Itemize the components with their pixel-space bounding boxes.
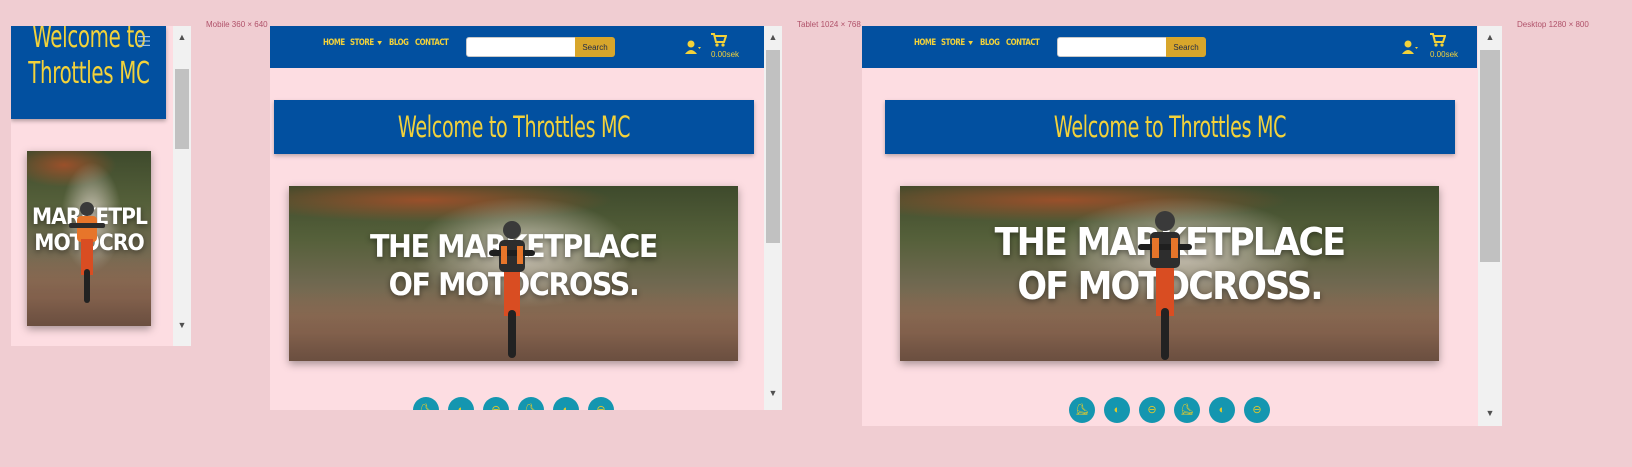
tablet-scrollbar[interactable]: ▲ ▼: [764, 26, 782, 410]
scroll-thumb[interactable]: [766, 50, 780, 243]
chevron-down-icon: [377, 40, 383, 45]
category-3-button[interactable]: ⊖: [483, 397, 509, 410]
nav-contact-link[interactable]: CONTACT: [1006, 38, 1040, 48]
search-input[interactable]: [466, 37, 576, 57]
scroll-down-arrow-icon[interactable]: ▼: [1478, 406, 1502, 420]
helmet-icon: ◐: [1218, 403, 1226, 416]
boot-icon: ⛸: [1180, 403, 1194, 416]
scroll-thumb[interactable]: [1480, 50, 1500, 262]
welcome-line-1: Welcome to: [31, 26, 146, 55]
welcome-banner: Welcome to Throttles MC: [274, 100, 754, 154]
nav-blog-link[interactable]: BLOG: [980, 38, 1000, 48]
mobile-preview: Welcome to Throttles MC MARKETPL MOTOCRO…: [11, 26, 191, 346]
nav-home-link[interactable]: HOME: [323, 38, 345, 48]
category-2-button[interactable]: ◐: [448, 397, 474, 410]
mobile-frame-label: Mobile 360 × 640: [206, 20, 268, 29]
welcome-title: Welcome to Throttles MC: [397, 110, 631, 144]
goggles-icon: ⊖: [491, 403, 501, 410]
desktop-scrollbar[interactable]: ▲ ▼: [1478, 26, 1502, 426]
nav-store-dropdown[interactable]: STORE: [350, 38, 383, 48]
category-4-button[interactable]: ⛸: [1174, 397, 1200, 423]
helmet-icon: ◐: [1113, 403, 1121, 416]
goggles-icon: ⊖: [596, 403, 606, 410]
scroll-up-arrow-icon[interactable]: ▲: [1478, 30, 1502, 44]
cart-total: 0.00sek: [1430, 50, 1459, 59]
motocross-rider-image: [69, 202, 105, 303]
cart-total: 0.00sek: [711, 50, 740, 59]
nav-store-label: STORE: [350, 38, 374, 48]
shopping-cart-icon[interactable]: [711, 33, 727, 47]
desktop-frame-label: Desktop 1280 × 800: [1517, 20, 1589, 29]
welcome-title: Welcome to Throttles MC: [1053, 110, 1287, 144]
category-6-button[interactable]: ⊖: [588, 397, 614, 410]
motocross-rider-image: [489, 221, 535, 358]
category-icons-row: ⛸ ◐ ⊖ ⛸ ◐ ⊖: [1069, 397, 1279, 423]
shopping-cart-icon[interactable]: [1430, 33, 1446, 47]
welcome-banner: Welcome to Throttles MC: [885, 100, 1455, 154]
scroll-down-arrow-icon[interactable]: ▼: [173, 318, 191, 332]
tablet-preview: HOME STORE BLOG CONTACT Search 0.00sek W…: [270, 26, 782, 410]
category-4-button[interactable]: ⛸: [518, 397, 544, 410]
scroll-down-arrow-icon[interactable]: ▼: [764, 386, 782, 400]
search-button[interactable]: Search: [575, 37, 615, 57]
category-5-button[interactable]: ◐: [1209, 397, 1235, 423]
nav-store-label: STORE: [941, 38, 965, 48]
motocross-rider-image: [1138, 211, 1192, 360]
category-5-button[interactable]: ◐: [553, 397, 579, 410]
scroll-thumb[interactable]: [175, 69, 189, 149]
user-icon[interactable]: [685, 39, 701, 55]
desktop-navbar: HOME STORE BLOG CONTACT Search 0.00sek: [862, 26, 1477, 68]
category-1-button[interactable]: ⛸: [1069, 397, 1095, 423]
nav-blog-link[interactable]: BLOG: [389, 38, 409, 48]
mobile-scrollbar[interactable]: ▲ ▼: [173, 26, 191, 346]
boot-icon: ⛸: [419, 403, 433, 410]
helmet-icon: ◐: [562, 403, 570, 410]
hero-banner-image: THE MARKETPLACE OF MOTOCROSS.: [900, 186, 1439, 361]
chevron-down-icon: [968, 40, 974, 45]
mobile-hero-image: MARKETPL MOTOCRO: [27, 151, 151, 326]
tablet-navbar: HOME STORE BLOG CONTACT Search 0.00sek: [270, 26, 764, 68]
search-button[interactable]: Search: [1166, 37, 1206, 57]
category-6-button[interactable]: ⊖: [1244, 397, 1270, 423]
nav-home-link[interactable]: HOME: [914, 38, 936, 48]
category-1-button[interactable]: ⛸: [413, 397, 439, 410]
desktop-preview: HOME STORE BLOG CONTACT Search 0.00sek W…: [862, 26, 1502, 426]
user-icon[interactable]: [1402, 39, 1418, 55]
hamburger-menu-icon[interactable]: [138, 36, 150, 46]
boot-icon: ⛸: [524, 403, 538, 410]
helmet-icon: ◐: [457, 403, 465, 410]
goggles-icon: ⊖: [1252, 403, 1262, 416]
category-2-button[interactable]: ◐: [1104, 397, 1130, 423]
search-input[interactable]: [1057, 37, 1167, 57]
hero-banner-image: THE MARKETPLACE OF MOTOCROSS.: [289, 186, 738, 361]
nav-store-dropdown[interactable]: STORE: [941, 38, 974, 48]
nav-contact-link[interactable]: CONTACT: [415, 38, 449, 48]
welcome-line-2: Throttles MC: [27, 55, 150, 91]
category-3-button[interactable]: ⊖: [1139, 397, 1165, 423]
goggles-icon: ⊖: [1147, 403, 1157, 416]
boot-icon: ⛸: [1075, 403, 1089, 416]
scroll-up-arrow-icon[interactable]: ▲: [173, 30, 191, 44]
tablet-frame-label: Tablet 1024 × 768: [797, 20, 861, 29]
category-icons-row: ⛸ ◐ ⊖ ⛸ ◐ ⊖: [413, 397, 623, 410]
scroll-up-arrow-icon[interactable]: ▲: [764, 30, 782, 44]
